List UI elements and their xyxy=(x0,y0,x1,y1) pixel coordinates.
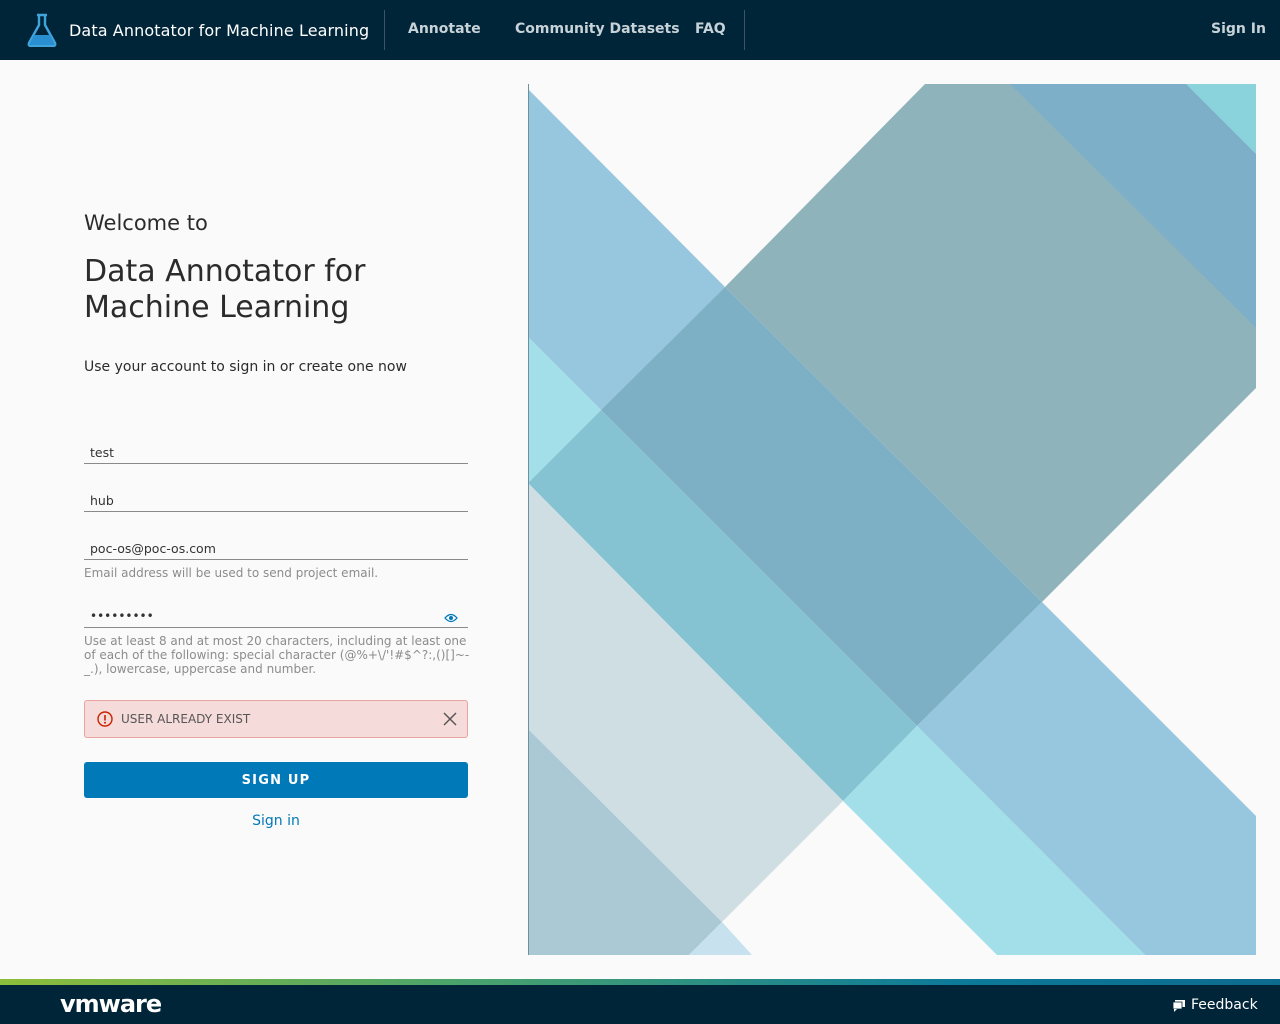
nav-faq[interactable]: FAQ xyxy=(695,0,726,60)
flask-icon xyxy=(27,13,57,47)
error-message: USER ALREADY EXIST xyxy=(121,712,251,726)
header-divider xyxy=(384,10,385,50)
close-icon[interactable] xyxy=(443,712,457,726)
feedback-button[interactable]: Feedback xyxy=(1172,997,1258,1013)
header-divider xyxy=(744,10,745,50)
sign-up-button[interactable]: SIGN UP xyxy=(84,762,468,798)
app-title: Data Annotator for Machine Learning xyxy=(69,20,370,40)
nav-community-datasets[interactable]: Community Datasets xyxy=(515,0,680,60)
welcome-text: Welcome to xyxy=(84,211,208,235)
page-title: Data Annotator for Machine Learning xyxy=(84,254,366,325)
footer: vmware Feedback xyxy=(0,985,1280,1024)
decorative-geometric-art xyxy=(528,84,1256,955)
password-helper-text: Use at least 8 and at most 20 characters… xyxy=(84,634,470,676)
eye-icon[interactable] xyxy=(444,612,458,624)
brand[interactable]: Data Annotator for Machine Learning xyxy=(26,12,369,48)
vmware-logo: vmware xyxy=(60,990,162,1018)
top-header: Data Annotator for Machine Learning Anno… xyxy=(0,0,1280,60)
subtitle: Use your account to sign in or create on… xyxy=(84,359,407,375)
email-input[interactable] xyxy=(84,538,468,560)
password-input[interactable]: ••••••••• xyxy=(84,606,468,628)
email-helper-text: Email address will be used to send proje… xyxy=(84,566,379,580)
last-name-input[interactable] xyxy=(84,490,468,512)
first-name-input[interactable] xyxy=(84,442,468,464)
error-alert: USER ALREADY EXIST xyxy=(84,700,468,738)
feedback-label: Feedback xyxy=(1191,997,1258,1013)
art-border xyxy=(528,84,529,955)
nav-annotate[interactable]: Annotate xyxy=(408,0,481,60)
feedback-icon xyxy=(1172,999,1185,1012)
sign-in-link[interactable]: Sign in xyxy=(84,813,468,829)
nav-sign-in[interactable]: Sign In xyxy=(1211,0,1266,60)
error-circle-icon xyxy=(97,711,113,727)
